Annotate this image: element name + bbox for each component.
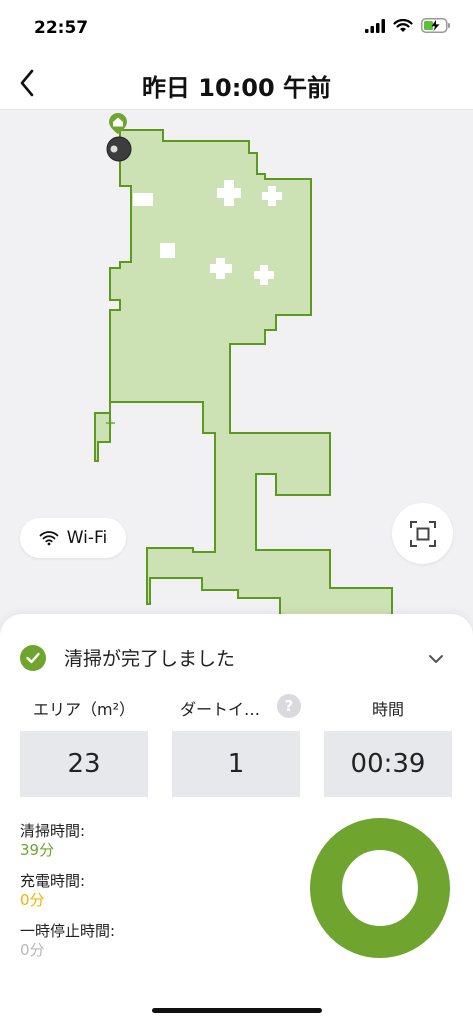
charging-time-value: 0分 [20, 891, 45, 909]
cleaning-summary-sheet: 清掃が完了しました エリア（m²） ダートイ… ? 時間 23 1 00:39 … [0, 614, 473, 1024]
status-bar: 22:57 [0, 0, 473, 56]
dirt-detect-label: ダートイ… [180, 700, 261, 719]
dirt-detect-value: 1 [172, 731, 300, 797]
wifi-label: Wi-Fi [66, 528, 108, 548]
fit-map-button[interactable] [392, 503, 453, 564]
completion-status: 清掃が完了しました [20, 644, 235, 671]
paused-time-value: 0分 [20, 941, 45, 959]
duration-label: 時間 [371, 700, 404, 719]
area-label: エリア（m²） [32, 700, 135, 719]
status-time: 22:57 [34, 18, 89, 38]
wifi-map-toggle[interactable]: Wi-Fi [20, 518, 126, 558]
cleaning-time-label: 清掃時間: [20, 822, 86, 840]
navigation-bar: 昨日 10:00 午前 [0, 56, 473, 110]
obstacle [160, 243, 175, 258]
cellular-signal-icon [365, 18, 385, 33]
collapse-sheet-button[interactable] [424, 648, 448, 670]
area-value: 23 [20, 731, 148, 797]
robot-position-marker [106, 136, 132, 162]
charging-time-label: 充電時間: [20, 872, 86, 890]
home-indicator [152, 1008, 322, 1013]
time-breakdown-donut [310, 818, 450, 958]
checkmark-icon [20, 644, 46, 671]
chevron-down-icon [429, 655, 443, 663]
fullscreen-icon [409, 520, 436, 547]
status-icons [365, 18, 451, 33]
duration-value: 00:39 [324, 731, 452, 797]
cleaning-time-value: 39分 [20, 841, 55, 859]
wifi-status-icon [393, 18, 413, 32]
help-icon[interactable]: ? [277, 694, 301, 718]
battery-charging-icon [421, 18, 450, 33]
paused-time-label: 一時停止時間: [20, 922, 116, 940]
obstacle [133, 193, 153, 206]
donut-cleaning-segment [310, 818, 450, 958]
page-title: 昨日 10:00 午前 [141, 74, 332, 102]
completion-text: 清掃が完了しました [64, 648, 236, 670]
wifi-icon [39, 531, 59, 546]
